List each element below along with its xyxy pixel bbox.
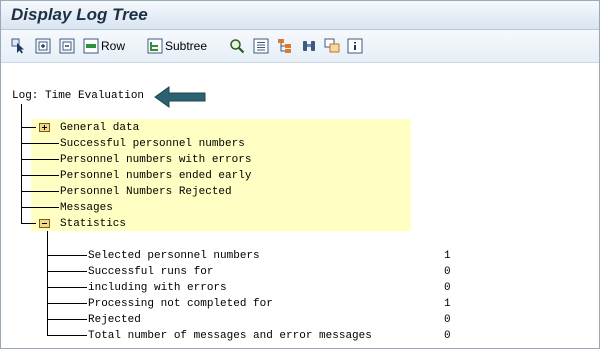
branch-line [47,303,87,304]
toolbar: Row Subtree [1,30,599,63]
branch-line [47,319,87,320]
row-button[interactable]: Row [83,37,125,55]
branch-line [47,255,87,256]
log-tree-window: Display Log Tree Row Subtree Log: Time E… [0,0,600,349]
branch-line [21,159,59,160]
tree-connector [21,104,22,224]
stat-label: including with errors [88,282,227,294]
folder-open-icon[interactable] [39,219,50,228]
binoculars-icon [303,41,315,51]
layout-button[interactable] [324,37,340,55]
branch-line [21,223,36,224]
log-tree: Log: Time Evaluation General data Succes… [1,63,599,348]
info-icon [347,38,363,54]
branch-line [47,335,87,336]
stat-label: Total number of messages and error messa… [88,330,372,342]
subtree-label: Subtree [165,39,208,53]
title-bar: Display Log Tree [1,1,599,30]
select-button[interactable] [11,37,27,55]
stat-value: 0 [444,314,451,326]
stat-value: 0 [444,282,451,294]
tree-node-rejected[interactable]: Personnel Numbers Rejected [60,185,232,199]
stat-label: Processing not completed for [88,298,273,310]
hierarchy-button[interactable] [277,37,293,55]
tree-node-statistics[interactable]: Statistics [60,217,126,231]
stats-connector [47,231,48,336]
tree-root[interactable]: Log: Time Evaluation [12,89,144,103]
branch-line [21,175,59,176]
collapse-button[interactable] [59,37,75,55]
binoculars-button[interactable] [301,37,317,55]
callout-arrow-icon [154,86,206,108]
windows-icon [324,38,340,53]
tree-node-errors[interactable]: Personnel numbers with errors [60,153,251,167]
details-button[interactable] [253,37,269,55]
stat-label: Selected personnel numbers [88,250,260,262]
find-button[interactable] [229,37,245,55]
stat-value: 0 [444,266,451,278]
expand-button[interactable] [35,37,51,55]
collapse-icon [59,38,75,54]
tree-node-successful[interactable]: Successful personnel numbers [60,137,245,151]
branch-line [47,287,87,288]
branch-line [21,207,59,208]
stat-value: 1 [444,250,451,262]
subtree-icon [147,38,163,54]
stat-label: Rejected [88,314,141,326]
tree-node-messages[interactable]: Messages [60,201,113,215]
pointer-icon [11,38,24,54]
window-title: Display Log Tree [11,5,148,24]
folder-collapsed-icon[interactable] [39,123,50,132]
search-icon [230,39,245,54]
stat-label: Successful runs for [88,266,214,278]
branch-line [47,271,87,272]
tree-node-ended-early[interactable]: Personnel numbers ended early [60,169,251,183]
stat-value: 0 [444,330,451,342]
branch-line [21,191,59,192]
stat-value: 1 [444,298,451,310]
expand-icon [35,38,51,54]
info-button[interactable] [347,37,363,55]
details-list-icon [253,38,269,54]
branch-line [21,143,59,144]
row-label: Row [101,39,126,53]
branch-line [21,127,36,128]
subtree-button[interactable]: Subtree [147,37,207,55]
row-icon [83,38,99,54]
hierarchy-icon [278,39,291,53]
tree-node-general-data[interactable]: General data [60,121,139,135]
